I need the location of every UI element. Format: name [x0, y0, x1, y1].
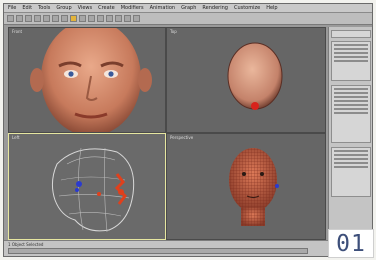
render-button[interactable] [124, 15, 131, 22]
viewport-top[interactable]: Top [166, 27, 326, 133]
menu-customize[interactable]: Customize [234, 5, 260, 11]
quick-render-button[interactable] [133, 15, 140, 22]
link-button[interactable] [25, 15, 32, 22]
status-bar: 1 Object Selected [4, 240, 372, 256]
mesh-head-model [229, 148, 279, 226]
material-editor-button[interactable] [115, 15, 122, 22]
back-head-model [227, 42, 283, 110]
scale-button[interactable] [88, 15, 95, 22]
viewport-perspective[interactable]: Perspective [166, 133, 326, 240]
shaded-head-model [30, 28, 152, 132]
select-button[interactable] [52, 15, 59, 22]
menu-bar: File Edit Tools Group Views Create Modif… [4, 4, 372, 13]
menu-graph[interactable]: Graph [181, 5, 196, 11]
wireframe-head-model [51, 147, 135, 233]
application-window: File Edit Tools Group Views Create Modif… [3, 3, 373, 257]
menu-help[interactable]: Help [266, 5, 277, 11]
viewport-front[interactable]: Front [8, 27, 166, 133]
menu-rendering[interactable]: Rendering [202, 5, 228, 11]
main-toolbar [4, 13, 372, 25]
page-number: 01 [328, 229, 374, 258]
menu-views[interactable]: Views [78, 5, 92, 11]
viewport-area: Front Top Left Perspective [8, 27, 326, 240]
status-text: 1 Object Selected [8, 242, 44, 247]
menu-file[interactable]: File [8, 5, 16, 11]
menu-create[interactable]: Create [98, 5, 115, 11]
menu-modifiers[interactable]: Modifiers [121, 5, 144, 11]
menu-tools[interactable]: Tools [38, 5, 50, 11]
redo-button[interactable] [16, 15, 23, 22]
command-panel [328, 27, 372, 240]
selection-rollout[interactable] [331, 147, 371, 197]
align-button[interactable] [106, 15, 113, 22]
time-slider[interactable] [8, 248, 308, 254]
menu-group[interactable]: Group [56, 5, 71, 11]
undo-button[interactable] [7, 15, 14, 22]
rotate-button[interactable] [79, 15, 86, 22]
unlink-button[interactable] [34, 15, 41, 22]
viewport-label: Perspective [170, 135, 194, 140]
panel-tabs[interactable] [331, 30, 371, 38]
select-region-button[interactable] [61, 15, 68, 22]
modifier-stack[interactable] [331, 41, 371, 81]
parameters-rollout[interactable] [331, 85, 371, 143]
select-move-button[interactable] [70, 15, 77, 22]
viewport-label: Left [12, 135, 20, 140]
menu-animation[interactable]: Animation [150, 5, 176, 11]
menu-edit[interactable]: Edit [22, 5, 32, 11]
bind-button[interactable] [43, 15, 50, 22]
viewport-left[interactable]: Left [8, 133, 166, 240]
viewport-label: Top [170, 29, 177, 34]
mirror-button[interactable] [97, 15, 104, 22]
viewport-label: Front [12, 29, 23, 34]
